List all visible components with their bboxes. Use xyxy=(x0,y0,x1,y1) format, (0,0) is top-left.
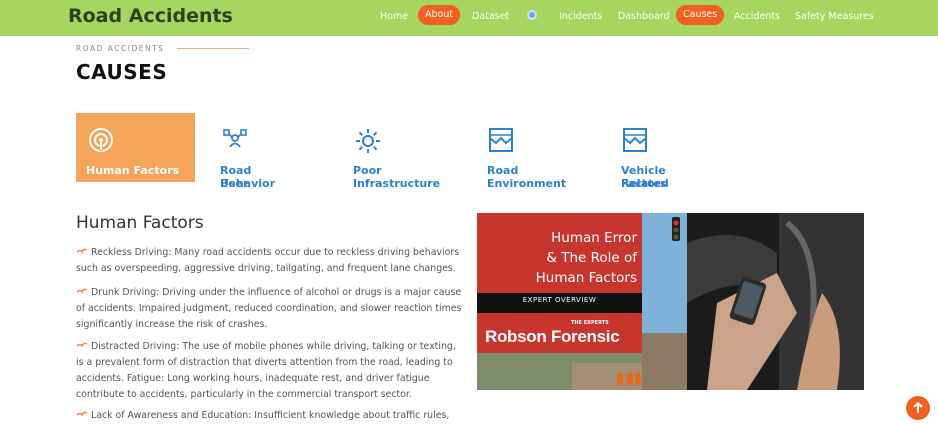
banner-headline-line1: Human Error xyxy=(551,230,637,246)
tab-label-line2: Factors xyxy=(621,177,667,190)
section-title: Human Factors xyxy=(76,213,204,233)
nav-home[interactable]: Home xyxy=(380,8,408,26)
check-bullet-icon xyxy=(76,411,88,417)
check-bullet-icon xyxy=(76,342,88,348)
site-brand[interactable]: Road Accidents xyxy=(68,5,233,27)
user-network-icon xyxy=(223,129,247,148)
arrow-up-icon xyxy=(913,401,923,413)
nav-dataset[interactable]: Dataset xyxy=(472,8,509,26)
banner-headline-line2: & The Role of xyxy=(546,250,637,266)
tab-label-line1: Poor xyxy=(353,164,382,177)
tab-label: Human Factors xyxy=(86,164,180,177)
check-bullet-icon xyxy=(76,248,88,254)
banner-subtitle: EXPERT OVERVIEW xyxy=(522,296,597,304)
breadcrumb-eyebrow: ROAD ACCIDENTS xyxy=(76,44,165,53)
landscape-icon xyxy=(489,128,513,152)
top-navbar: Road Accidents Home About Dataset Incide… xyxy=(0,0,938,36)
tab-label: Road Environment xyxy=(487,164,567,190)
paragraph-text: Lack of Awareness and Education: Insuffi… xyxy=(91,410,450,421)
nav-incidents[interactable]: Incidents xyxy=(559,8,602,26)
tab-label-line2: Behavior xyxy=(220,177,276,190)
tab-human-factors[interactable]: Human Factors xyxy=(76,113,195,182)
banner-headline-line3: Human Factors xyxy=(535,270,637,286)
nav-accidents[interactable]: Accidents xyxy=(734,8,780,26)
paragraph-reckless-driving: Reckless Driving: Many road accidents oc… xyxy=(76,245,466,277)
tab-label-line2: Infrastructure xyxy=(353,177,441,190)
nav-causes[interactable]: Causes xyxy=(676,5,725,25)
nav-about[interactable]: About xyxy=(418,5,461,25)
sun-icon xyxy=(356,129,380,153)
paragraph-distracted-driving: Distracted Driving: The use of mobile ph… xyxy=(76,339,466,403)
signal-icon xyxy=(89,128,113,152)
scroll-to-top-button[interactable] xyxy=(906,396,930,420)
nav-safety-measures[interactable]: Safety Measures xyxy=(795,8,874,26)
banner-tagline: THE EXPERTS xyxy=(571,320,609,326)
human-error-banner-image: Human Error & The Role of Human Factors … xyxy=(477,213,864,390)
check-bullet-icon xyxy=(76,288,88,294)
paragraph-text: Drunk Driving: Driving under the influen… xyxy=(76,287,462,330)
nav-dashboard[interactable]: Dashboard xyxy=(618,8,670,26)
page-title: CAUSES xyxy=(76,60,168,84)
banner-company: Robson Forensic xyxy=(485,327,620,346)
eyebrow-divider xyxy=(177,48,249,49)
paragraph-drunk-driving: Drunk Driving: Driving under the influen… xyxy=(76,285,466,333)
nav-dot-icon[interactable] xyxy=(527,10,537,20)
paragraph-text: Distracted Driving: The use of mobile ph… xyxy=(76,341,456,400)
paragraph-lack-of-awareness: Lack of Awareness and Education: Insuffi… xyxy=(76,408,466,424)
paragraph-text: Reckless Driving: Many road accidents oc… xyxy=(76,247,460,274)
landscape-icon xyxy=(623,128,647,152)
banner-headline: Human Error & The Role of Human Factors xyxy=(497,228,637,288)
